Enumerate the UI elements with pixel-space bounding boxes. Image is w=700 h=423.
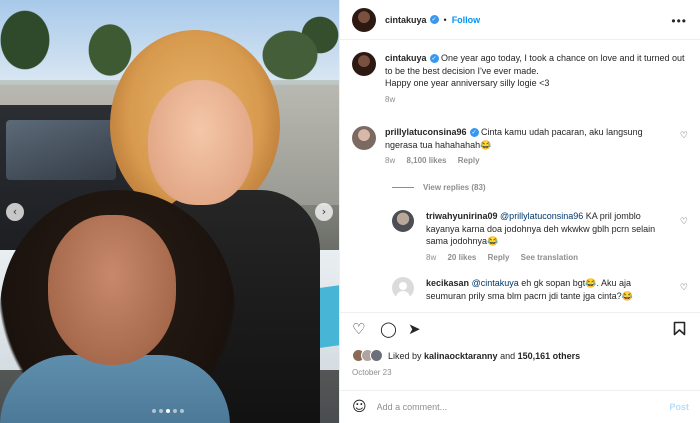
reply-item: triwahyunirina09 @prillylatuconsina96 KA… xyxy=(392,210,666,262)
reply-button[interactable]: Reply xyxy=(488,253,510,262)
commenter-username[interactable]: kecikasan xyxy=(426,278,469,288)
reply-item: kecikasan @cintakuya eh gk sopan bgt😂. A… xyxy=(392,277,666,302)
comment-likes[interactable]: 20 likes xyxy=(447,253,476,262)
carousel-dot xyxy=(152,409,156,413)
comment-icon[interactable]: ◯ xyxy=(380,321,397,337)
commenter-username[interactable]: prillylatuconsina96 xyxy=(385,127,467,137)
reply-button[interactable]: Reply xyxy=(458,156,480,165)
commenter-avatar[interactable] xyxy=(392,277,414,299)
more-options-icon[interactable]: ••• xyxy=(671,14,687,28)
carousel-dot xyxy=(180,409,184,413)
see-translation-button[interactable]: See translation xyxy=(521,253,578,262)
bookmark-icon[interactable] xyxy=(673,321,686,339)
verified-icon: ✓ xyxy=(469,128,479,138)
comment-like-heart-icon[interactable]: ♡ xyxy=(680,217,688,227)
liker-avatar xyxy=(370,349,383,362)
photo-man-face xyxy=(148,80,253,205)
view-replies-button[interactable]: View replies (83) xyxy=(392,183,486,192)
verified-icon: ✓ xyxy=(429,15,439,24)
photo-woman-wetsuit xyxy=(0,355,230,423)
mention-link[interactable]: @cintakuya xyxy=(472,278,519,288)
likes-middle: and xyxy=(497,350,518,361)
caption: cintakuya ✓ One year ago today, I took a … xyxy=(352,52,685,104)
caption-time: 8w xyxy=(385,94,396,104)
heart-icon[interactable]: ♡ xyxy=(352,321,365,337)
likes-prefix: Liked by xyxy=(388,350,425,361)
photo-car-window xyxy=(6,120,116,180)
carousel-dot xyxy=(173,409,177,413)
emoji-icon[interactable]: ☺ xyxy=(352,399,367,415)
author-username[interactable]: cintakuya xyxy=(385,15,427,25)
post-header: cintakuya ✓ • Follow ••• xyxy=(340,0,700,40)
comment-input[interactable] xyxy=(376,402,670,412)
header-separator: • xyxy=(443,14,447,25)
caption-author-avatar[interactable] xyxy=(352,52,376,76)
post-button[interactable]: Post xyxy=(669,402,689,412)
author-avatar[interactable] xyxy=(352,7,376,32)
commenter-username[interactable]: triwahyunirina09 xyxy=(426,211,498,221)
likes-summary[interactable]: Liked by kalinaocktaranny and 150,161 ot… xyxy=(352,349,580,362)
comment-like-heart-icon[interactable]: ♡ xyxy=(680,283,688,293)
verified-icon: ✓ xyxy=(429,54,439,64)
follow-button[interactable]: Follow xyxy=(452,15,481,25)
comment-item: prillylatuconsina96 ✓ Cinta kamu udah pac… xyxy=(352,126,665,165)
share-icon[interactable]: ➤ xyxy=(408,321,421,337)
add-comment-bar: ☺ Post xyxy=(340,390,700,423)
carousel-indicator xyxy=(152,409,184,413)
commenter-avatar[interactable] xyxy=(352,126,376,150)
comment-likes[interactable]: 8,100 likes xyxy=(406,156,446,165)
action-bar: ♡ ◯ ➤ xyxy=(340,312,700,344)
commenter-avatar[interactable] xyxy=(392,210,414,232)
first-liker-username[interactable]: kalinaocktaranny xyxy=(424,351,498,361)
carousel-dot-active xyxy=(166,409,170,413)
post-photo[interactable]: ‹ › xyxy=(0,0,339,423)
carousel-prev-button[interactable]: ‹ xyxy=(6,203,24,221)
carousel-next-button[interactable]: › xyxy=(315,203,333,221)
caption-text-line2: Happy one year anniversary silly logie <… xyxy=(385,78,550,88)
carousel-dot xyxy=(159,409,163,413)
comment-time: 8w xyxy=(426,252,437,262)
likes-others[interactable]: 150,161 others xyxy=(518,351,581,361)
instagram-post: ‹ › cintakuya ✓ • Follow ••• cintakuya ✓… xyxy=(0,0,700,423)
view-replies-label: View replies (83) xyxy=(423,183,486,192)
view-replies-line xyxy=(392,187,414,188)
photo-woman-face xyxy=(48,215,176,365)
caption-username[interactable]: cintakuya xyxy=(385,53,427,63)
comment-time: 8w xyxy=(385,156,396,165)
post-sidebar: cintakuya ✓ • Follow ••• cintakuya ✓ One … xyxy=(339,0,700,423)
mention-link[interactable]: @prillylatuconsina96 xyxy=(500,211,583,221)
post-date: October 23 xyxy=(352,368,392,377)
comment-like-heart-icon[interactable]: ♡ xyxy=(680,131,688,141)
